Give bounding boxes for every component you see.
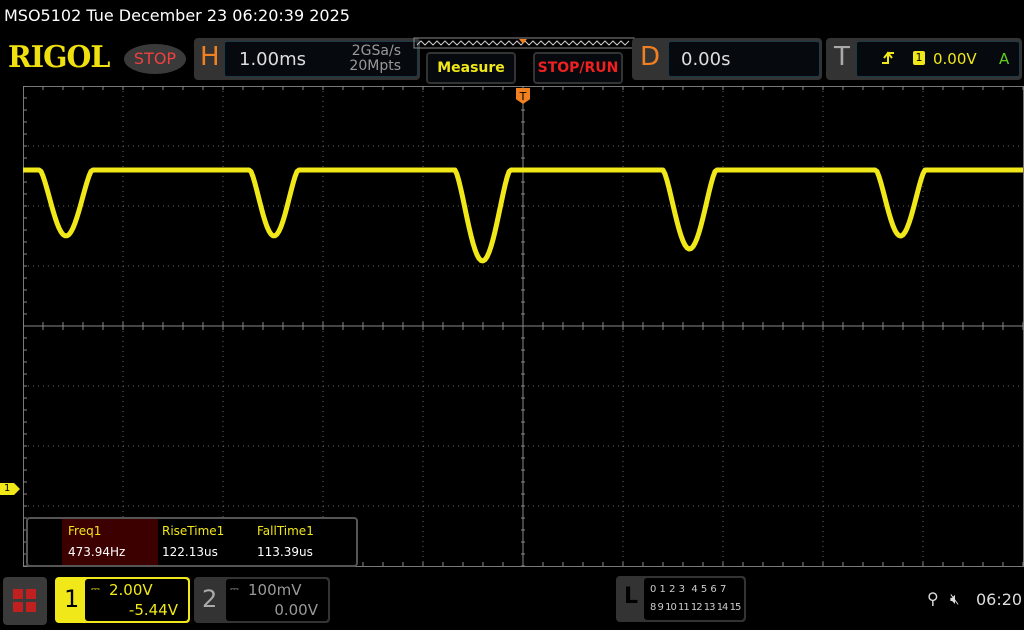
timebase-value: 1.00ms bbox=[239, 49, 306, 70]
channel-scale: 2.00V bbox=[109, 581, 153, 599]
stop-run-button[interactable]: STOP/RUN bbox=[533, 52, 623, 84]
mute-speaker-icon[interactable]: 🔇︎ bbox=[950, 590, 959, 608]
delay-box: 0.00s bbox=[668, 41, 820, 77]
measurement-value: 122.13us bbox=[162, 545, 218, 559]
ch1-ground-marker[interactable]: 1 bbox=[0, 483, 20, 495]
logic-label: L bbox=[624, 584, 639, 609]
timebase-box: 1.00ms 2GSa/s 20Mpts bbox=[224, 41, 418, 77]
dc-coupling-icon: ⎓ bbox=[91, 582, 100, 595]
channel-offset: 0.00V bbox=[274, 601, 318, 619]
horizontal-panel[interactable]: H 1.00ms 2GSa/s 20Mpts bbox=[194, 38, 420, 80]
memory-depth: 20Mpts bbox=[349, 58, 401, 74]
horizontal-label: H bbox=[200, 42, 220, 72]
channel-1-panel[interactable]: 1 ⎓ 2.00V -5.44V bbox=[55, 577, 190, 623]
usb-icon: ⚲ bbox=[927, 589, 939, 608]
waveform-grid[interactable] bbox=[23, 86, 1024, 567]
measure-button[interactable]: Measure bbox=[426, 52, 516, 84]
rising-edge-icon bbox=[882, 51, 894, 64]
delay-value: 0.00s bbox=[681, 49, 731, 70]
measurement-name[interactable]: RiseTime1 bbox=[162, 524, 224, 538]
channel-2-panel[interactable]: 2 ⎓ 100mV 0.00V bbox=[194, 577, 330, 623]
grid-menu-icon bbox=[13, 589, 36, 612]
channel-scale: 100mV bbox=[248, 581, 302, 599]
channel-number: 1 bbox=[64, 585, 80, 613]
window-title: MSO5102 Tue December 23 06:20:39 2025 bbox=[4, 6, 350, 25]
measurement-name[interactable]: Freq1 bbox=[68, 524, 101, 538]
dc-coupling-icon: ⎓ bbox=[230, 582, 239, 595]
rigol-logo: RIGOL bbox=[8, 40, 110, 75]
channel-offset: -5.44V bbox=[128, 601, 178, 619]
clock-time: 06:20 bbox=[976, 590, 1023, 609]
measurement-name[interactable]: FallTime1 bbox=[257, 524, 314, 538]
measurement-panel: Freq1 473.94Hz RiseTime1 122.13us FallTi… bbox=[26, 517, 358, 567]
app-menu-button[interactable] bbox=[3, 577, 47, 625]
channel-1-values: ⎓ 2.00V -5.44V bbox=[85, 579, 188, 621]
logic-channels-row: 0 1 2 3 4 5 6 7 bbox=[650, 584, 727, 595]
logic-analyzer-panel[interactable]: L 0 1 2 3 4 5 6 7 8 9 10 11 12 13 14 15 bbox=[616, 576, 746, 622]
logic-channels: 0 1 2 3 4 5 6 7 8 9 10 11 12 13 14 15 bbox=[644, 578, 744, 620]
measurement-value: 113.39us bbox=[257, 545, 313, 559]
trigger-label: T bbox=[834, 42, 850, 72]
measurement-value: 473.94Hz bbox=[68, 545, 126, 559]
sample-rate: 2GSa/s bbox=[351, 43, 401, 59]
channel-number: 2 bbox=[202, 585, 218, 613]
logic-channels-row: 8 9 10 11 12 13 14 15 bbox=[650, 602, 741, 613]
trigger-box: 1 0.00V A bbox=[856, 41, 1020, 77]
trigger-source-badge: 1 bbox=[913, 51, 925, 65]
channel-2-values: ⎓ 100mV 0.00V bbox=[226, 579, 328, 621]
memory-position-indicator bbox=[413, 37, 635, 49]
trigger-mode: A bbox=[999, 50, 1010, 68]
trigger-panel[interactable]: T 1 0.00V A bbox=[826, 38, 1022, 80]
delay-label: D bbox=[640, 42, 661, 72]
delay-panel[interactable]: D 0.00s bbox=[632, 38, 822, 80]
run-status-badge: STOP bbox=[124, 44, 186, 74]
trigger-level: 0.00V bbox=[933, 50, 977, 68]
